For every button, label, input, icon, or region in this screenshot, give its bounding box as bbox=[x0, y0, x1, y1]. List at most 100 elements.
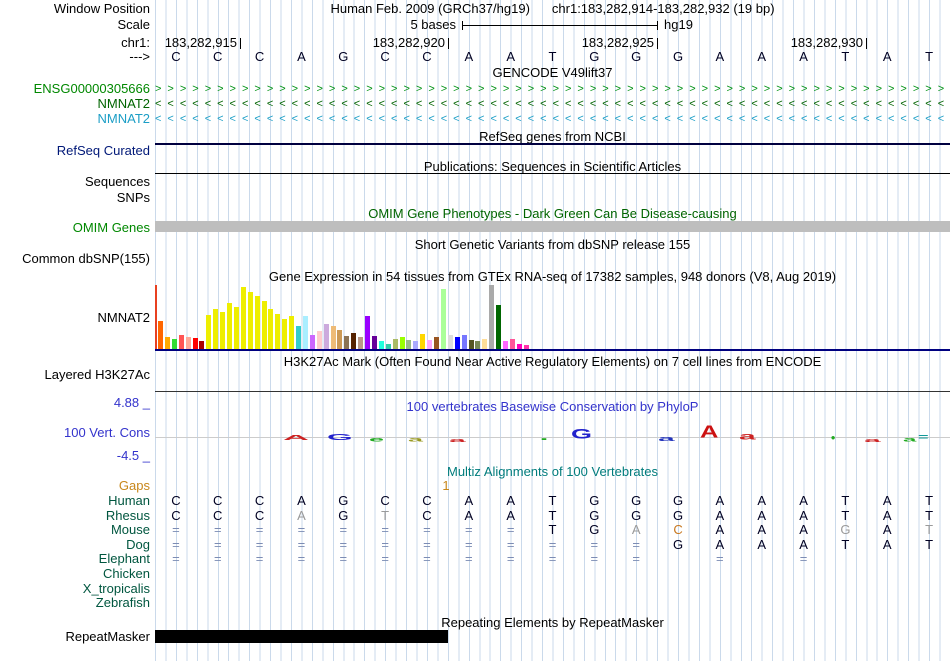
refseq-header[interactable]: RefSeq genes from NCBI bbox=[155, 130, 950, 144]
publications-header[interactable]: Publications: Sequences in Scientific Ar… bbox=[155, 160, 950, 174]
position-range: chr1:183,282,914-183,282,932 (19 bp) bbox=[551, 1, 775, 16]
gene-label-nmnat2-alt[interactable]: NMNAT2 bbox=[0, 112, 150, 126]
alignment-base: T bbox=[381, 508, 390, 523]
gtex-tissue-bar bbox=[413, 341, 419, 349]
alignment-base: = bbox=[632, 537, 640, 552]
snps-label[interactable]: SNPs bbox=[0, 191, 150, 205]
alignment-base: = bbox=[465, 537, 473, 552]
gene-track-nmnat2[interactable]: <<<<<<<<<<<<<<<<<<<<<<<<<<<<<<<<<<<<<<<<… bbox=[155, 97, 950, 112]
h3k27ac-header[interactable]: H3K27Ac Mark (Often Found Near Active Re… bbox=[155, 355, 950, 369]
repeatmasker-header[interactable]: Repeating Elements by RepeatMasker bbox=[155, 616, 950, 630]
phylop-wiggle-mark: a bbox=[864, 437, 881, 444]
dbsnp-header[interactable]: Short Genetic Variants from dbSNP releas… bbox=[155, 238, 950, 252]
scale-bar bbox=[462, 21, 658, 30]
alignment-base: C bbox=[673, 522, 683, 537]
gtex-tissue-bar bbox=[158, 321, 163, 349]
omim-genes-label[interactable]: OMIM Genes bbox=[0, 221, 150, 235]
publications-track-line[interactable] bbox=[155, 173, 950, 174]
species-label[interactable]: Rhesus bbox=[0, 509, 150, 523]
alignment-base: A bbox=[799, 522, 808, 537]
base-letter: A bbox=[506, 49, 515, 64]
species-label[interactable]: Mouse bbox=[0, 523, 150, 537]
gtex-tissue-bar bbox=[268, 309, 274, 349]
repeatmasker-label[interactable]: RepeatMasker bbox=[0, 630, 150, 644]
phylop-wiggle-mark: a bbox=[408, 436, 424, 443]
species-label[interactable]: Chicken bbox=[0, 567, 150, 581]
alignment-base: A bbox=[464, 508, 474, 523]
alignment-base: T bbox=[548, 493, 557, 508]
strand-label: ---> bbox=[129, 49, 150, 64]
gtex-tissue-bar bbox=[275, 314, 281, 349]
gtex-tissue-bar bbox=[371, 336, 377, 349]
gtex-tissue-bar bbox=[185, 337, 191, 349]
species-label[interactable]: Elephant bbox=[0, 552, 150, 566]
omim-track-bar[interactable] bbox=[155, 221, 950, 232]
base-letter: T bbox=[548, 49, 557, 64]
repeatmasker-bar[interactable] bbox=[155, 630, 448, 643]
alignment-base: T bbox=[548, 522, 557, 537]
refseq-track-line[interactable] bbox=[155, 143, 950, 145]
multiz-header[interactable]: Multiz Alignments of 100 Vertebrates bbox=[155, 465, 950, 479]
gtex-tissue-bar bbox=[192, 338, 198, 349]
alignment-base: G bbox=[840, 522, 851, 537]
gtex-tissue-bar bbox=[254, 296, 260, 349]
sequences-label[interactable]: Sequences bbox=[0, 175, 150, 189]
gtex-tissue-bar bbox=[475, 341, 481, 349]
gtex-baseline bbox=[155, 349, 950, 351]
refseq-curated-label[interactable]: RefSeq Curated bbox=[0, 144, 150, 158]
species-label[interactable]: Dog bbox=[0, 538, 150, 552]
gtex-tissue-bar bbox=[233, 307, 239, 349]
alignment-base: = bbox=[590, 537, 599, 552]
phylop-wiggle-mark: e bbox=[369, 435, 385, 444]
gencode-header[interactable]: GENCODE V49lift37 bbox=[155, 66, 950, 80]
alignment-base: A bbox=[882, 522, 892, 537]
phylop-wiggle-mark: - bbox=[541, 430, 547, 447]
gtex-tissue-bar bbox=[447, 335, 453, 349]
gtex-region-marker bbox=[155, 285, 157, 349]
alignment-base: G bbox=[338, 493, 349, 508]
alignment-base: = bbox=[381, 551, 389, 566]
browser-position-title: Human Feb. 2009 (GRCh37/hg19) chr1:183,28… bbox=[155, 2, 950, 16]
gaps-label[interactable]: Gaps bbox=[0, 479, 150, 493]
gtex-tissue-bar bbox=[482, 339, 488, 349]
gtex-gene-label[interactable]: NMNAT2 bbox=[0, 311, 150, 325]
alignment-base: = bbox=[465, 551, 473, 566]
alignment-base: G bbox=[672, 537, 684, 552]
alignment-base: = bbox=[213, 522, 222, 537]
ruler-tick-label: 183,282,915 bbox=[164, 35, 237, 50]
phylop-track-label[interactable]: 100 Vert. Cons bbox=[0, 426, 150, 440]
dbsnp-label[interactable]: Common dbSNP(155) bbox=[0, 252, 150, 266]
base-letter: A bbox=[882, 49, 892, 64]
gene-track-ensg[interactable]: >>>>>>>>>>>>>>>>>>>>>>>>>>>>>>>>>>>>>>>>… bbox=[155, 82, 950, 97]
species-label[interactable]: X_tropicalis bbox=[0, 582, 150, 596]
alignment-base: C bbox=[422, 508, 432, 523]
alignment-base: = bbox=[423, 537, 431, 552]
alignment-base: G bbox=[672, 508, 684, 523]
ruler-tick bbox=[657, 38, 658, 49]
species-label[interactable]: Zebrafish bbox=[0, 596, 150, 610]
gene-label-nmnat2[interactable]: NMNAT2 bbox=[0, 97, 150, 111]
gtex-chart[interactable] bbox=[155, 279, 950, 349]
alignment-base: = bbox=[506, 537, 515, 552]
alignment-base: C bbox=[254, 508, 265, 523]
gtex-tissue-bar bbox=[330, 326, 336, 349]
alignment-base: = bbox=[213, 551, 222, 566]
alignment-base: = bbox=[339, 522, 348, 537]
phylop-glyphs[interactable]: A Ge a a - Ga Aa • a a = bbox=[155, 420, 950, 456]
gtex-tissue-bar bbox=[468, 340, 474, 349]
alignment-base: = bbox=[255, 522, 264, 537]
gtex-tissue-bar bbox=[420, 334, 426, 349]
alignment-base: A bbox=[799, 508, 808, 523]
omim-header[interactable]: OMIM Gene Phenotypes - Dark Green Can Be… bbox=[155, 207, 950, 221]
scale-bar-line bbox=[463, 25, 657, 26]
gtex-tissue-bar bbox=[406, 340, 412, 349]
phylop-header[interactable]: 100 vertebrates Basewise Conservation by… bbox=[155, 400, 950, 414]
base-letter: T bbox=[841, 49, 850, 64]
gene-label-ensg[interactable]: ENSG00000305666 bbox=[0, 82, 150, 96]
gene-track-nmnat2-alt[interactable]: <<<<<<<<<<<<<<<<<<<<<<<<<<<<<<<<<<<<<<<<… bbox=[155, 112, 950, 127]
h3k27ac-label[interactable]: Layered H3K27Ac bbox=[0, 368, 150, 382]
alignment-base: G bbox=[631, 508, 642, 523]
species-label[interactable]: Human bbox=[0, 494, 150, 508]
phylop-wiggle-mark: a bbox=[449, 437, 466, 444]
gtex-tissue-bar bbox=[220, 312, 226, 349]
